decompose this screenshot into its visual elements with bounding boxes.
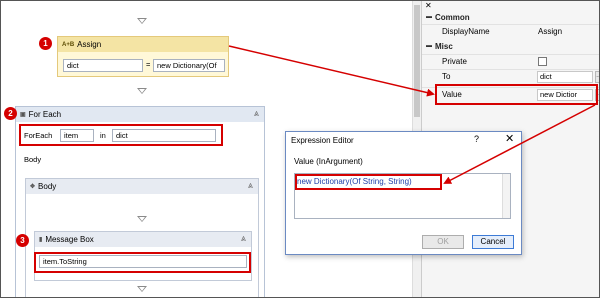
to-ellipsis-button[interactable]: … [595, 71, 599, 83]
dialog-argument-label: Value (InArgument) [294, 157, 363, 166]
assign-header: A+B Assign [58, 37, 228, 52]
message-box-collapse-icon[interactable]: ⩓ [241, 233, 246, 244]
expression-scrollbar[interactable] [502, 174, 510, 218]
sequence-icon: ✥ [30, 184, 36, 190]
foreach-icon: ▣ [20, 112, 26, 118]
drop-target-top[interactable] [137, 18, 147, 24]
drop-target-middle[interactable] [137, 88, 147, 94]
assign-equals-sign: = [146, 60, 151, 69]
message-box-title: Message Box [45, 235, 94, 244]
group-common[interactable]: ▬ Common [422, 11, 599, 23]
assign-title: Assign [77, 40, 102, 49]
foreach-title: For Each [28, 110, 62, 119]
foreach-body-label: Body [24, 155, 42, 164]
screenshot-frame: A+B Assign dict = new Dictionary(Of 1 ▣ … [0, 0, 600, 298]
prop-name-to: To [442, 72, 451, 81]
prop-value-to[interactable]: dict [537, 71, 593, 83]
help-icon[interactable]: ? [474, 134, 479, 144]
annotation-badge-3: 3 [16, 234, 29, 247]
group-common-label: Common [435, 12, 470, 22]
annotation-badge-2: 2 [4, 107, 17, 120]
assign-activity[interactable]: A+B Assign dict = new Dictionary(Of [57, 36, 229, 77]
message-box-icon: ▮ [39, 237, 43, 243]
prop-name-displayname: DisplayName [442, 27, 490, 36]
drop-target-body[interactable] [137, 216, 147, 222]
dialog-title: Expression Editor [291, 136, 354, 145]
assign-value-field[interactable]: new Dictionary(Of [153, 59, 225, 72]
collapse-common-icon[interactable]: ▬ [426, 14, 432, 20]
assign-to-field[interactable]: dict [63, 59, 143, 72]
ok-button[interactable]: OK [422, 235, 464, 249]
body-title: Body [38, 182, 57, 191]
prop-name-private: Private [442, 57, 467, 66]
body-header: ✥ Body ⩓ [26, 179, 258, 194]
annotation-box-expression [295, 174, 442, 190]
prop-row-displayname[interactable]: DisplayName Assign [422, 24, 599, 38]
drop-target-bottom[interactable] [137, 286, 147, 292]
prop-row-to[interactable]: To dict … [422, 69, 599, 83]
collapse-misc-icon[interactable]: ▬ [426, 43, 432, 49]
dialog-close-icon[interactable]: ✕ [505, 132, 514, 145]
assign-icon: A+B [62, 41, 75, 48]
annotation-box-foreach [19, 124, 223, 146]
expression-editor-dialog: Expression Editor ? ✕ Value (InArgument)… [285, 131, 522, 255]
cancel-button[interactable]: Cancel [472, 235, 514, 249]
annotation-box-message [34, 252, 251, 273]
panel-close-icon[interactable]: ✕ [425, 1, 432, 10]
prop-value-displayname[interactable]: Assign [538, 27, 562, 36]
foreach-collapse-icon[interactable]: ⩓ [254, 108, 259, 119]
annotation-badge-1: 1 [39, 37, 52, 50]
message-box-header: ▮ Message Box ⩓ [35, 232, 251, 247]
designer-scroll-thumb[interactable] [414, 5, 420, 117]
annotation-box-value [435, 84, 598, 105]
body-collapse-icon[interactable]: ⩓ [248, 180, 253, 191]
foreach-header: ▣ For Each ⩓ [16, 107, 264, 122]
private-checkbox[interactable] [538, 57, 547, 66]
group-misc-label: Misc [435, 41, 453, 51]
prop-row-private[interactable]: Private [422, 54, 599, 68]
group-misc[interactable]: ▬ Misc [422, 40, 599, 52]
